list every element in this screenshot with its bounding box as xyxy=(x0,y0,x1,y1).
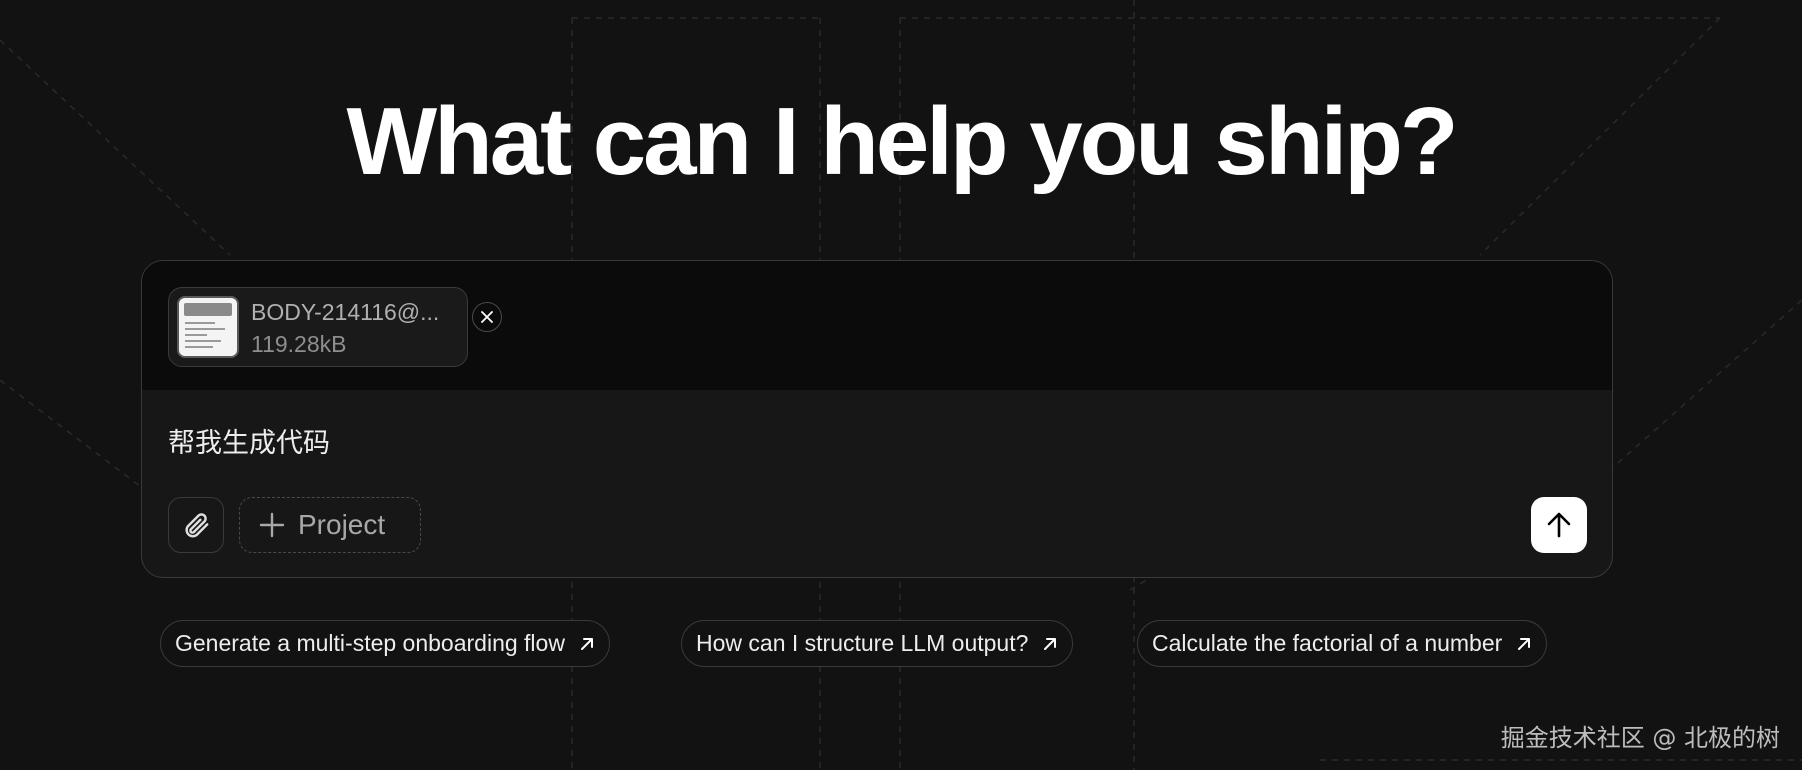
attachments-area: BODY-214116@... 119.28kB xyxy=(142,261,1612,390)
suggestion-label: Calculate the factorial of a number xyxy=(1152,630,1503,656)
attachment-chip[interactable]: BODY-214116@... 119.28kB xyxy=(168,287,502,367)
suggestion-label: Generate a multi-step onboarding flow xyxy=(175,630,565,656)
attachment-name: BODY-214116@... xyxy=(251,299,440,325)
remove-attachment-button[interactable] xyxy=(472,302,502,332)
plus-icon xyxy=(259,512,285,538)
watermark: 掘金技术社区 @ 北极的树 xyxy=(1500,724,1780,752)
suggestion-chip[interactable]: Generate a multi-step onboarding flow xyxy=(160,620,610,667)
suggestion-chip[interactable]: Calculate the factorial of a number xyxy=(1137,620,1548,667)
suggestion-label: How can I structure LLM output? xyxy=(696,630,1029,656)
close-icon xyxy=(481,311,493,323)
send-button[interactable] xyxy=(1531,497,1587,553)
suggestion-chip[interactable]: How can I structure LLM output? xyxy=(681,620,1074,667)
file-thumbnail xyxy=(177,296,239,358)
prompt-input[interactable]: 帮我生成代码 xyxy=(168,421,330,460)
arrow-up-right-icon xyxy=(580,637,593,650)
attach-file-button[interactable] xyxy=(168,497,224,553)
arrow-up-icon xyxy=(1547,512,1571,538)
chat-composer: BODY-214116@... 119.28kB 帮我生成代码 Project xyxy=(141,260,1613,578)
paperclip-icon xyxy=(185,513,209,538)
page-title: What can I help you ship? xyxy=(346,88,1458,195)
arrow-up-right-icon xyxy=(1044,637,1057,650)
project-label: Project xyxy=(298,509,386,540)
arrow-up-right-icon xyxy=(1518,637,1531,650)
add-project-button[interactable]: Project xyxy=(239,497,421,553)
attachment-size: 119.28kB xyxy=(251,331,347,357)
